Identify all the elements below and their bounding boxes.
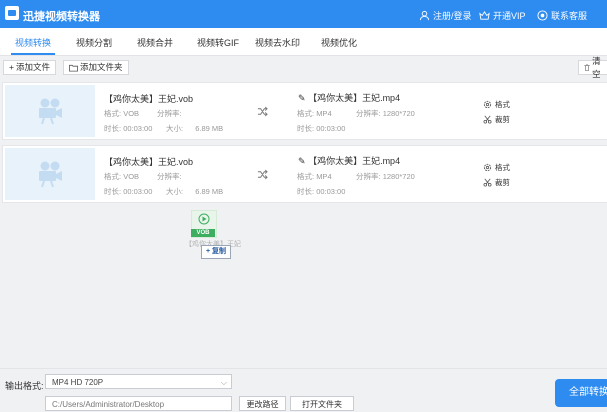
format-button[interactable]: 格式 (483, 99, 510, 110)
vip-link[interactable]: 开通VIP (479, 9, 526, 22)
output-filename: 【鸡你太美】王妃.mp4 (308, 93, 401, 103)
file-card[interactable]: 【鸡你太美】王妃.vob 格式: VOB 分辨率: 时长: 00:03:00 大… (2, 145, 607, 203)
format-button-label: 格式 (495, 100, 510, 109)
folder-icon (69, 64, 78, 72)
chevron-down-icon: ⌵ (220, 378, 227, 387)
format-button[interactable]: 格式 (483, 162, 510, 173)
scissors-icon (483, 178, 492, 187)
clear-button[interactable]: 清空 (578, 56, 607, 79)
output-filename-row[interactable]: ✎ 【鸡你太美】王妃.mp4 (298, 91, 400, 104)
format-label: 格式: (104, 172, 122, 181)
crown-icon (479, 10, 490, 20)
vip-label: 开通VIP (493, 11, 526, 21)
size-value: 6.89 MB (195, 187, 224, 196)
pencil-icon[interactable]: ✎ (298, 156, 306, 166)
video-thumbnail (5, 148, 95, 200)
size-label: 大小: (166, 187, 184, 196)
tab-video-optimize[interactable]: 视频优化 (321, 36, 357, 49)
cut-button[interactable]: 裁剪 (483, 177, 510, 188)
format-value: VOB (123, 109, 140, 118)
tab-bar: 视频转换 视频分割 视频合并 视频转GIF 视频去水印 视频优化 (0, 28, 607, 56)
login-label: 注册/登录 (433, 11, 472, 21)
format-value: VOB (123, 172, 140, 181)
resolution-label: 分辨率: (157, 109, 182, 118)
file-card[interactable]: 【鸡你太美】王妃.vob 格式: VOB 分辨率: 时长: 00:03:00 大… (2, 82, 607, 140)
out-format-value: MP4 (316, 109, 332, 118)
duration-value: 00:03:00 (123, 124, 153, 133)
output-filename-row[interactable]: ✎ 【鸡你太美】王妃.mp4 (298, 154, 400, 167)
output-format-value: MP4 HD 720P (52, 378, 104, 387)
convert-arrow-icon (257, 106, 268, 117)
format-button-label: 格式 (495, 163, 510, 172)
video-thumbnail (5, 85, 95, 137)
source-filename: 【鸡你太美】王妃.vob (104, 157, 194, 167)
out-format-label: 格式: (297, 172, 315, 181)
service-link[interactable]: 联系客服 (537, 9, 587, 22)
tab-remove-watermark[interactable]: 视频去水印 (255, 36, 300, 49)
out-duration-label: 时长: (297, 187, 315, 196)
out-format-value: MP4 (316, 172, 332, 181)
login-link[interactable]: 注册/登录 (419, 9, 472, 22)
format-label: 格式: (104, 109, 122, 118)
resolution-label: 分辨率: (157, 172, 182, 181)
bottom-bar: 输出格式: MP4 HD 720P ⌵ C:/Users/Administrat… (0, 368, 607, 411)
convert-arrow-icon (257, 169, 268, 180)
app-title: 迅捷视频转换器 (23, 11, 100, 23)
out-resolution-value: 1280*720 (382, 172, 415, 181)
headset-icon (537, 10, 548, 21)
copy-drop-badge: + 复制 (201, 245, 232, 259)
out-duration-value: 00:03:00 (316, 124, 346, 133)
video-camera-icon (39, 161, 62, 188)
gear-icon (483, 163, 492, 172)
toolbar: + 添加文件 添加文件夹 清空 (0, 56, 607, 79)
cut-button[interactable]: 裁剪 (483, 114, 510, 125)
app-logo-icon (5, 6, 19, 20)
file-type-tag: VOB (191, 229, 215, 237)
gear-icon (483, 100, 492, 109)
out-resolution-label: 分辨率: (356, 172, 381, 181)
tab-video-convert[interactable]: 视频转换 (10, 36, 56, 55)
title-bar: 迅捷视频转换器 注册/登录 开通VIP 联系客服 (0, 0, 607, 28)
pencil-icon[interactable]: ✎ (298, 93, 306, 103)
output-dir-field[interactable]: C:/Users/Administrator/Desktop (45, 396, 232, 411)
video-camera-icon (39, 98, 62, 125)
duration-value: 00:03:00 (123, 187, 153, 196)
file-drop-zone[interactable] (0, 207, 607, 367)
out-format-label: 格式: (297, 109, 315, 118)
trash-icon (584, 64, 590, 71)
add-file-label: 添加文件 (15, 62, 50, 72)
size-value: 6.89 MB (195, 124, 224, 133)
out-resolution-value: 1280*720 (382, 109, 415, 118)
add-folder-label: 添加文件夹 (80, 62, 123, 72)
tab-video-merge[interactable]: 视频合并 (137, 36, 173, 49)
out-resolution-label: 分辨率: (356, 109, 381, 118)
source-filename: 【鸡你太美】王妃.vob (104, 94, 194, 104)
output-format-label: 输出格式: (5, 381, 44, 391)
cut-button-label: 裁剪 (495, 178, 510, 187)
convert-all-button[interactable]: 全部转换 (555, 379, 607, 407)
scissors-icon (483, 115, 492, 124)
change-dir-button[interactable]: 更改路径 (239, 396, 286, 411)
play-icon (198, 213, 210, 225)
duration-label: 时长: (104, 124, 122, 133)
add-file-button[interactable]: + 添加文件 (3, 60, 56, 75)
duration-label: 时长: (104, 187, 122, 196)
cut-button-label: 裁剪 (495, 115, 510, 124)
open-folder-button[interactable]: 打开文件夹 (290, 396, 354, 411)
size-label: 大小: (166, 124, 184, 133)
output-format-select[interactable]: MP4 HD 720P ⌵ (45, 374, 232, 389)
tab-video-split[interactable]: 视频分割 (76, 36, 112, 49)
user-icon (419, 10, 430, 21)
tab-video-to-gif[interactable]: 视频转GIF (197, 36, 239, 49)
out-duration-value: 00:03:00 (316, 187, 346, 196)
output-filename: 【鸡你太美】王妃.mp4 (308, 156, 401, 166)
service-label: 联系客服 (551, 11, 588, 21)
add-folder-button[interactable]: 添加文件夹 (63, 60, 129, 75)
plus-icon: + (9, 62, 14, 72)
clear-label: 清空 (592, 55, 601, 79)
out-duration-label: 时长: (297, 124, 315, 133)
